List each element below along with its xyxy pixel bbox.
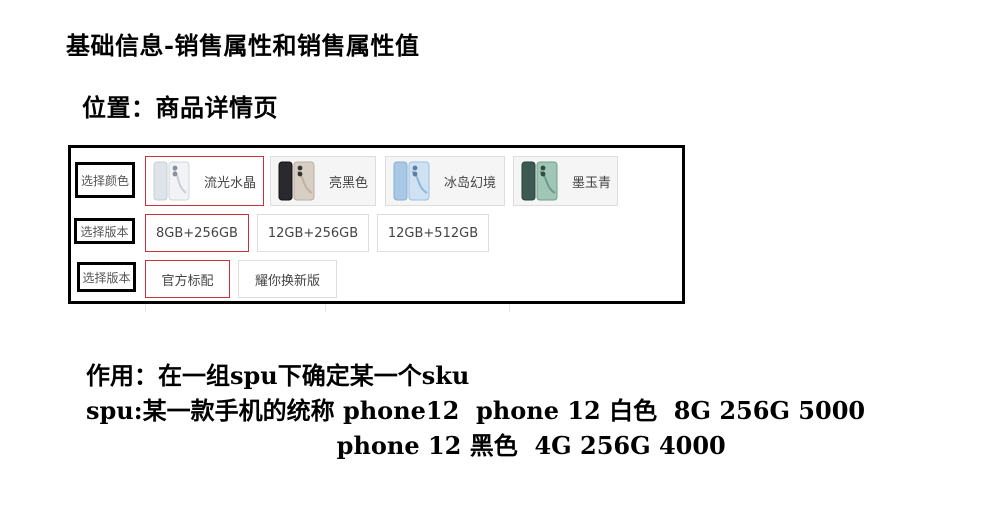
notes-line-spu: spu:某一款手机的统称 phone12 phone 12 白色 8G 256G… bbox=[86, 396, 866, 425]
color-option-moyu-qing[interactable]: 墨玉青 bbox=[513, 156, 618, 206]
version-row-label: 选择版本 bbox=[74, 218, 135, 244]
version-option-12gb-512gb[interactable]: 12GB+512GB bbox=[377, 214, 489, 252]
phone-thumbnail-blue-icon bbox=[393, 161, 430, 201]
color-option-label: 冰岛幻境 bbox=[444, 175, 497, 191]
notes-block: 作用：在一组spu下确定某一个sku spu:某一款手机的统称 phone12 p… bbox=[86, 358, 865, 463]
color-option-liang-heise[interactable]: 亮黑色 bbox=[270, 156, 376, 206]
package-option-official-standard[interactable]: 官方标配 bbox=[145, 260, 230, 298]
color-row-label: 选择颜色 bbox=[75, 162, 135, 198]
package-row-label: 选择版本 bbox=[77, 262, 136, 292]
color-option-liuguang-shuijing[interactable]: 流光水晶 bbox=[145, 156, 264, 206]
notes-line-purpose: 作用：在一组spu下确定某一个sku bbox=[86, 361, 470, 390]
notes-line-sku-example: phone 12 黑色 4G 256G 4000 bbox=[86, 431, 726, 460]
version-option-12gb-256gb[interactable]: 12GB+256GB bbox=[257, 214, 369, 252]
divider bbox=[509, 304, 510, 312]
divider bbox=[325, 304, 326, 312]
phone-thumbnail-green-icon bbox=[521, 161, 558, 201]
location-heading: 位置：商品详情页 bbox=[82, 93, 278, 122]
color-option-label: 亮黑色 bbox=[329, 175, 369, 191]
color-option-label: 墨玉青 bbox=[572, 175, 612, 191]
divider bbox=[145, 304, 146, 312]
color-option-bingdao-huanjing[interactable]: 冰岛幻境 bbox=[385, 156, 505, 206]
phone-thumbnail-black-icon bbox=[278, 161, 315, 201]
version-option-8gb-256gb[interactable]: 8GB+256GB bbox=[145, 214, 249, 252]
phone-thumbnail-silver-icon bbox=[153, 161, 190, 201]
color-option-label: 流光水晶 bbox=[204, 175, 257, 191]
package-option-trade-in[interactable]: 耀你换新版 bbox=[238, 260, 337, 298]
page-title: 基础信息-销售属性和销售属性值 bbox=[66, 31, 420, 60]
